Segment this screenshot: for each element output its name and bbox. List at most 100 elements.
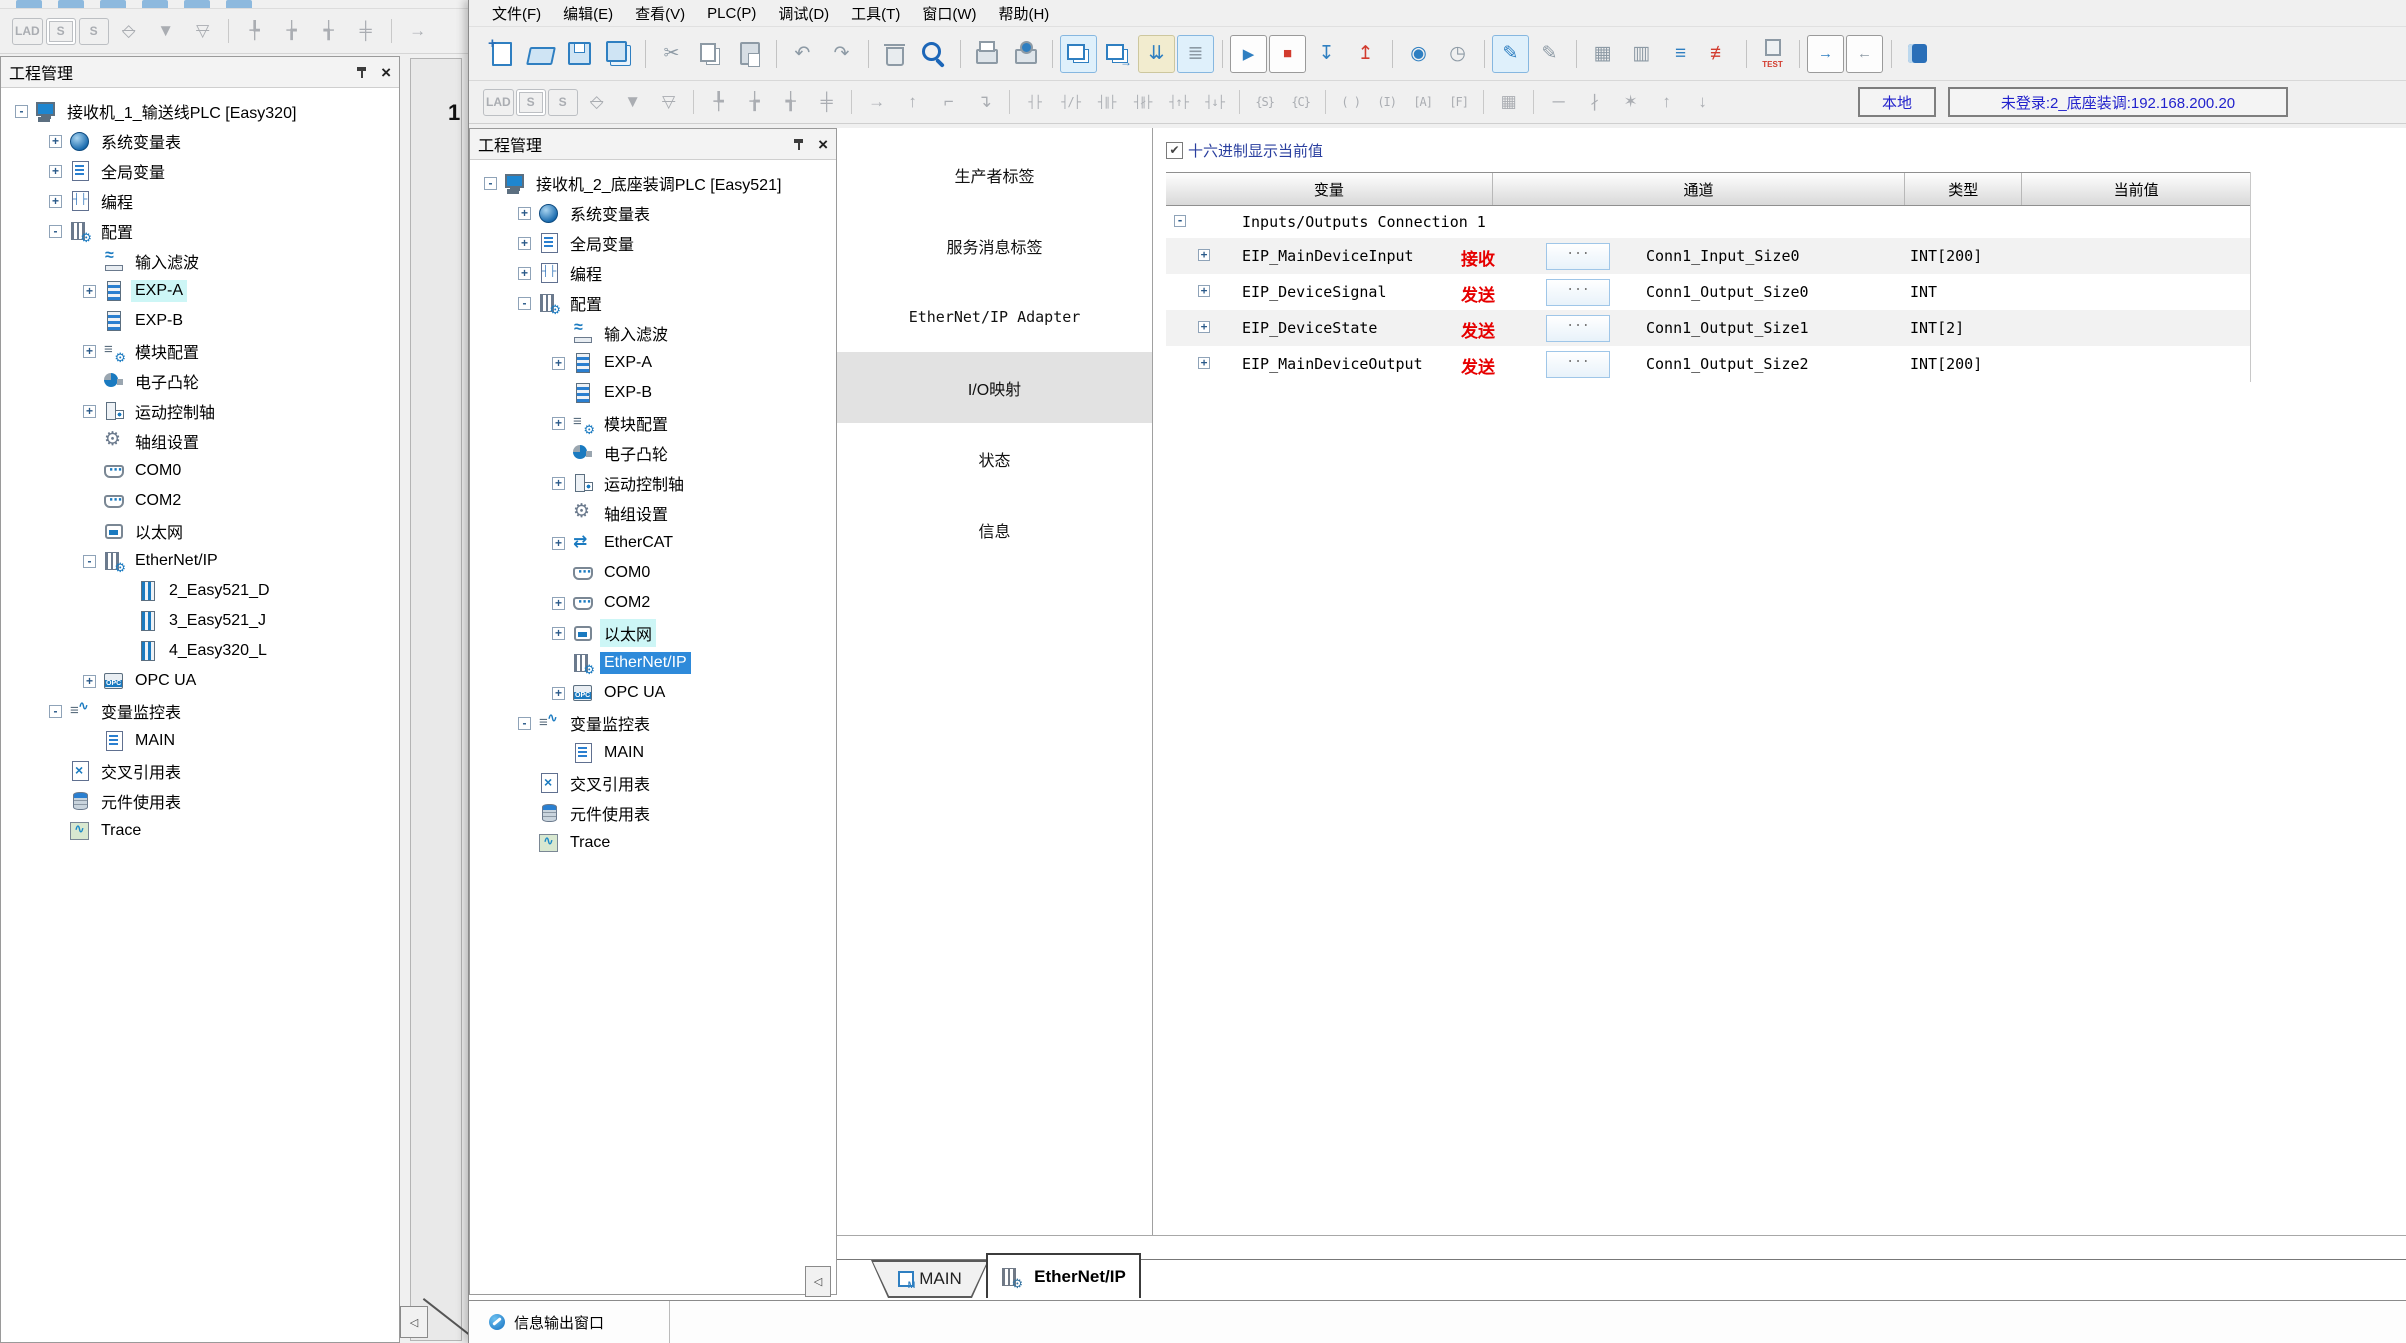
rung-parallel-button[interactable]: ╪ [810, 87, 844, 117]
tree-item[interactable]: Trace [470, 828, 836, 858]
ladder-grid2-button[interactable]: ▥ [1623, 35, 1660, 73]
tree-item[interactable]: 电子凸轮 [1, 366, 399, 396]
editor-side-tab[interactable]: 状态 [837, 423, 1152, 494]
tree-expander[interactable]: + [552, 417, 565, 430]
tree-expander[interactable]: + [518, 237, 531, 250]
tree-item[interactable]: COM0 [1, 456, 399, 486]
application-instruction-button[interactable]: [A] [1406, 87, 1440, 117]
tree-expander[interactable]: + [518, 267, 531, 280]
row-expander[interactable]: + [1198, 249, 1210, 261]
tree-expander[interactable]: + [552, 687, 565, 700]
coil-filled-button[interactable]: ▼ [616, 87, 650, 117]
tree-item[interactable]: + EXP-A [1, 276, 399, 306]
table-row[interactable]: + EIP_DeviceSignal 发送 ... Conn1_Output_S… [1166, 274, 2250, 310]
tree-expander[interactable]: + [552, 627, 565, 640]
tree-item[interactable]: - 变量监控表 [1, 696, 399, 726]
open-project-button[interactable] [522, 35, 559, 73]
tree-item[interactable]: EXP-B [1, 306, 399, 336]
login-status-box[interactable]: 未登录:2_底座装调:192.168.200.20 [1948, 87, 2288, 117]
stop-button[interactable]: ■ [1269, 35, 1306, 73]
cut-button[interactable]: ✂ [653, 35, 690, 73]
editor-side-tab[interactable]: I/O映射 [837, 352, 1152, 423]
editor-side-tab[interactable]: 生产者标签 [837, 139, 1152, 210]
function-block-button[interactable]: [F] [1442, 87, 1476, 117]
io-panel-button[interactable] [1899, 35, 1936, 73]
rung-insert-button[interactable]: ╅ [312, 16, 346, 46]
menu-item[interactable]: 查看(V) [624, 0, 696, 27]
contact-parallel-no-button[interactable]: ┤∥├ [1090, 87, 1124, 117]
local-connection-button[interactable]: 本地 [1858, 87, 1936, 117]
tree-item[interactable]: + 编程 [1, 186, 399, 216]
monitor-button[interactable]: ◉ [1400, 35, 1437, 73]
row-expander[interactable]: + [1198, 321, 1210, 333]
pin-icon[interactable] [354, 65, 369, 80]
branch-insert-button[interactable]: ╄ [702, 87, 736, 117]
tree-item[interactable]: 输入滤波 [470, 318, 836, 348]
new-project-button[interactable] [483, 35, 520, 73]
tree-item[interactable]: + OPC UA [470, 678, 836, 708]
coil-hollow-button[interactable]: ▽ [186, 16, 220, 46]
tree-expander[interactable]: + [49, 135, 62, 148]
delete-button[interactable] [876, 35, 913, 73]
move-up-button[interactable]: ↑ [1650, 87, 1684, 117]
branch-append-button[interactable]: ╆ [738, 87, 772, 117]
menu-item[interactable]: 窗口(W) [911, 0, 987, 27]
tree-item[interactable]: + 运动控制轴 [1, 396, 399, 426]
find-button[interactable] [915, 35, 952, 73]
tab-ethernet-ip[interactable]: EtherNet/IP [986, 1253, 1141, 1298]
wire-up-button[interactable]: ↑ [896, 87, 930, 117]
instruction-list-button[interactable]: ▦ [1492, 87, 1526, 117]
login-button[interactable]: → [1807, 35, 1844, 73]
editor-side-tab[interactable]: 服务消息标签 [837, 210, 1152, 281]
column-header-value[interactable]: 当前值 [2022, 173, 2250, 205]
tree-expander[interactable]: - [518, 717, 531, 730]
menu-item[interactable]: 文件(F) [481, 0, 552, 27]
lad-mode-button[interactable]: LAD [12, 18, 43, 45]
tree-item[interactable]: + 系统变量表 [1, 126, 399, 156]
contact-falling-button[interactable]: ┤↓├ [1198, 87, 1232, 117]
branch-append-button[interactable]: ╆ [275, 16, 309, 46]
tree-expander[interactable]: - [484, 177, 497, 190]
coil-invert-button[interactable]: (I) [1370, 87, 1404, 117]
wire-step-button[interactable]: ↴ [968, 87, 1002, 117]
output-panel-tab[interactable]: 信息输出窗口 [477, 1301, 670, 1343]
run-button[interactable]: ▶ [1230, 35, 1267, 73]
tree-item[interactable]: + EXP-A [470, 348, 836, 378]
tree-item[interactable]: COM0 [470, 558, 836, 588]
row-expander[interactable]: + [1198, 357, 1210, 369]
rung-parallel-button[interactable]: ╪ [349, 16, 383, 46]
logout-button[interactable]: ← [1846, 35, 1883, 73]
ladder-grid-button[interactable]: ▦ [1584, 35, 1621, 73]
tree-item[interactable]: + 模块配置 [1, 336, 399, 366]
tree-item[interactable]: - EtherNet/IP [1, 546, 399, 576]
time-monitor-button[interactable]: ◷ [1439, 35, 1476, 73]
hardware-config-button[interactable] [968, 35, 1005, 73]
tree-item[interactable]: + 运动控制轴 [470, 468, 836, 498]
tree-expander[interactable]: - [83, 555, 96, 568]
tree-expander[interactable]: + [552, 597, 565, 610]
close-icon[interactable]: × [818, 137, 828, 152]
tree-expander[interactable]: + [83, 285, 96, 298]
tree-expander[interactable]: + [518, 207, 531, 220]
tree-expander[interactable]: + [552, 357, 565, 370]
compile-all-button[interactable]: ≣ [1177, 35, 1214, 73]
tree-expander[interactable]: - [49, 225, 62, 238]
tree-item[interactable]: EtherNet/IP [470, 648, 836, 678]
tree-item[interactable]: + 全局变量 [1, 156, 399, 186]
lad-mode-button[interactable]: LAD [483, 89, 514, 116]
contact-parallel-nc-button[interactable]: ┤∦├ [1126, 87, 1160, 117]
tab-main[interactable]: MAIN [871, 1260, 989, 1298]
menu-item[interactable]: 编辑(E) [552, 0, 624, 27]
wire-right-button[interactable]: → [860, 87, 894, 117]
coil-reset-button[interactable]: {C} [1284, 87, 1318, 117]
export-window-button[interactable] [1099, 35, 1136, 73]
tree-item[interactable]: 电子凸轮 [470, 438, 836, 468]
tree-item[interactable]: - 接收机_1_输送线PLC [Easy320] [1, 96, 399, 126]
tree-item[interactable]: 2_Easy521_D [1, 576, 399, 606]
tree-item[interactable]: COM2 [1, 486, 399, 516]
delete-network-button[interactable]: ≢ [1701, 35, 1738, 73]
redo-button[interactable]: ↷ [823, 35, 860, 73]
coil-filled-button[interactable]: ▼ [149, 16, 183, 46]
usb-test-button[interactable] [1754, 35, 1791, 73]
background-tab-scroll-left[interactable]: ◁ [400, 1306, 428, 1338]
